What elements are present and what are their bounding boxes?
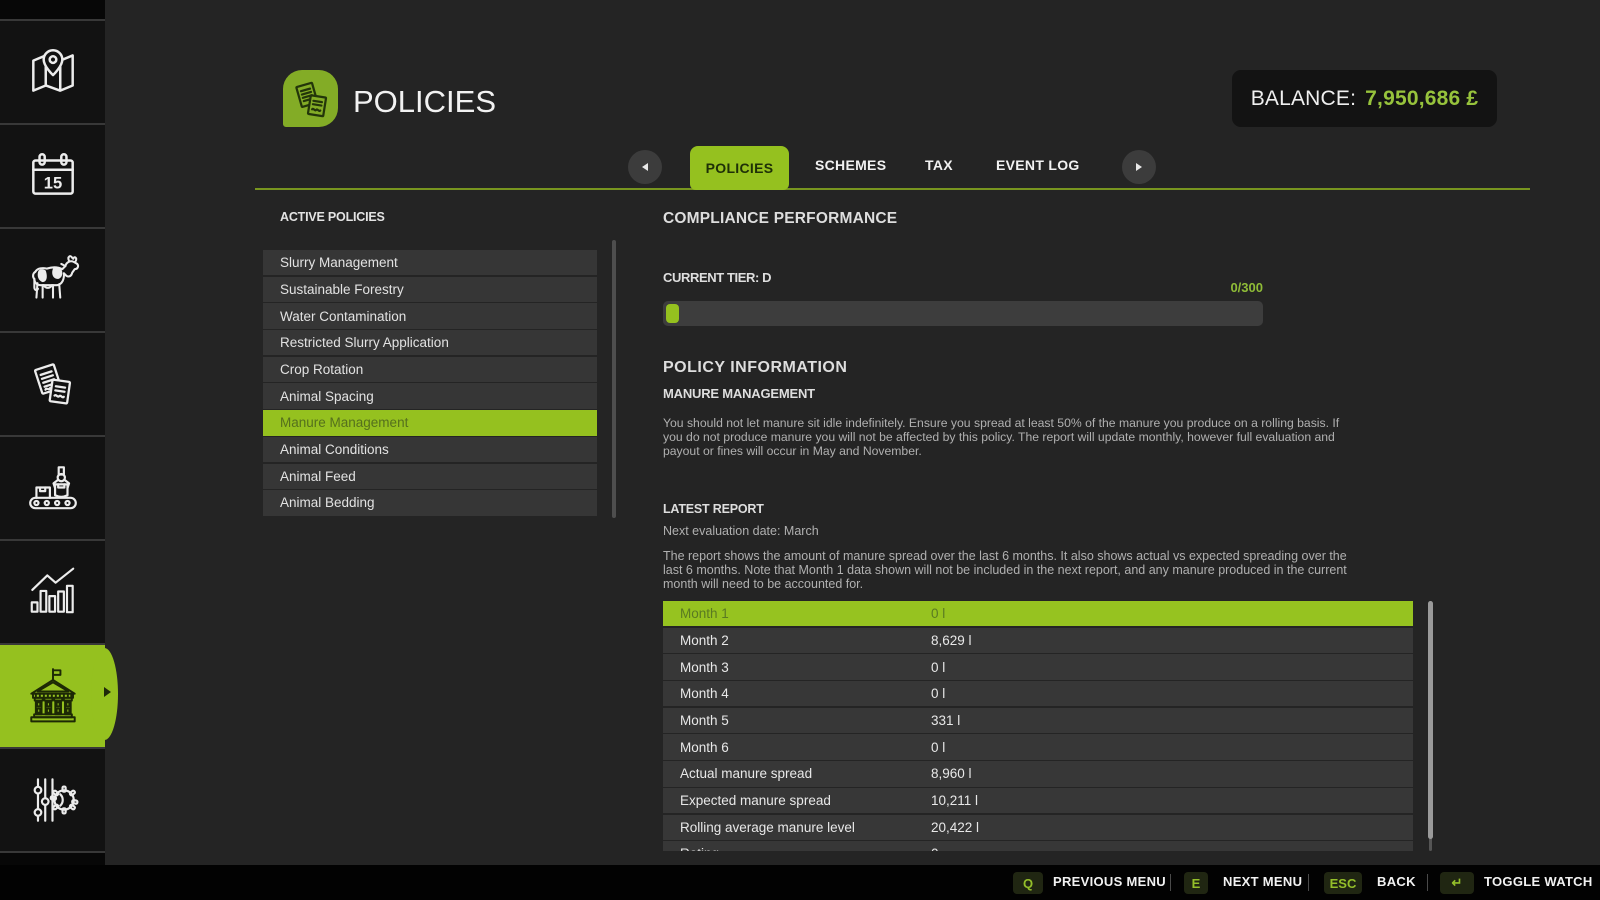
svg-text:15: 15: [43, 173, 61, 192]
